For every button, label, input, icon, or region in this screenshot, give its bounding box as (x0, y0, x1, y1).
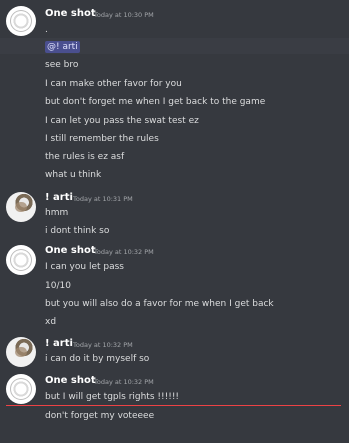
message-text: but don't forget me when I get back to t… (45, 97, 266, 107)
avatar[interactable] (6, 337, 36, 367)
new-messages-divider (6, 405, 341, 406)
username[interactable]: One shot (45, 245, 96, 256)
message-text: I can you let pass (45, 262, 124, 272)
avatar[interactable] (6, 245, 36, 275)
username[interactable]: ! arti (45, 192, 73, 203)
discord-default-avatar-icon (10, 249, 32, 271)
message-text: what u think (45, 170, 102, 180)
message-text: I can let you pass the swat test ez (45, 116, 199, 126)
message-text: hmm (45, 208, 69, 218)
timestamp: Today at 10:32 PM (94, 248, 154, 256)
message-text: the rules is ez asf (45, 152, 125, 162)
username[interactable]: ! arti (45, 338, 73, 349)
discord-default-avatar-icon (10, 378, 32, 400)
user-mention[interactable]: @! arti (45, 41, 80, 53)
message-text: I can make other favor for you (45, 79, 182, 89)
username[interactable]: One shot (45, 8, 96, 19)
timestamp: Today at 10:32 PM (94, 378, 154, 386)
message-text: I still remember the rules (45, 134, 159, 144)
message-text: i can do it by myself so (45, 354, 150, 364)
avatar[interactable] (6, 374, 36, 404)
message-text: don't forget my voteeee (45, 411, 155, 421)
photo-avatar-icon (15, 202, 27, 212)
timestamp: Today at 10:32 PM (73, 341, 133, 349)
photo-avatar-icon (15, 347, 27, 357)
message-text: see bro (45, 60, 79, 70)
avatar[interactable] (6, 192, 36, 222)
message-text: . (45, 25, 48, 35)
avatar[interactable] (6, 6, 36, 36)
message-text: i dont think so (45, 226, 110, 236)
discord-default-avatar-icon (10, 10, 32, 32)
message-text: 10/10 (45, 281, 71, 291)
timestamp: Today at 10:30 PM (94, 11, 154, 19)
timestamp: Today at 10:31 PM (73, 195, 133, 203)
message-text: xd (45, 317, 57, 327)
message-text: but I will get tgpls rights !!!!!! (45, 392, 180, 402)
message-text: but you will also do a favor for me when… (45, 299, 274, 309)
username[interactable]: One shot (45, 375, 96, 386)
